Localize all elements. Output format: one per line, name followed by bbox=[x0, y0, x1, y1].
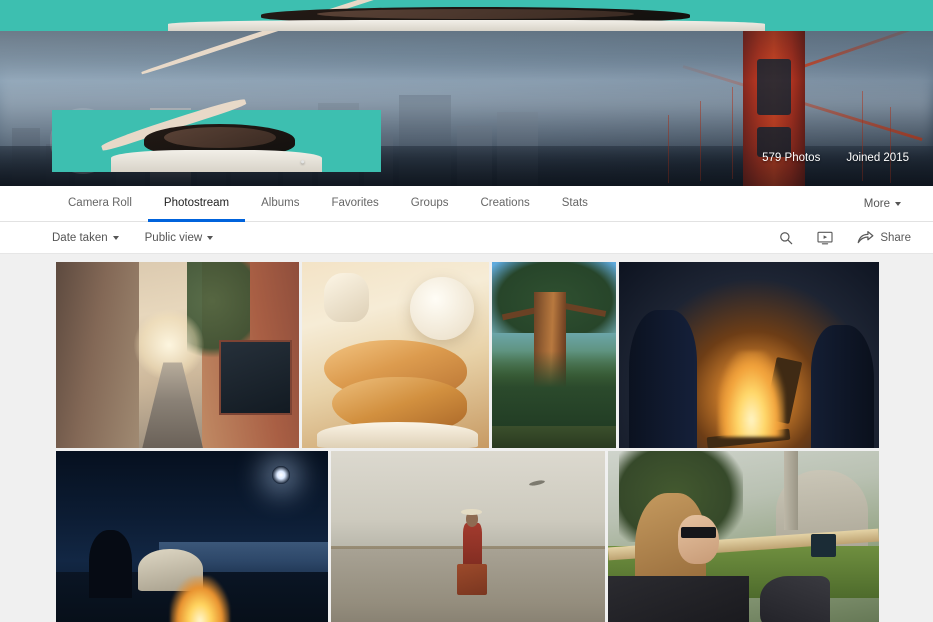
chevron-down-icon bbox=[895, 201, 901, 206]
photo-count: 579 Photos bbox=[762, 152, 821, 164]
meta-separator: • bbox=[300, 157, 305, 169]
photo-artwork bbox=[492, 262, 616, 448]
photo-artwork bbox=[56, 262, 299, 448]
chevron-down-icon bbox=[207, 235, 214, 240]
tab-photostream[interactable]: Photostream bbox=[147, 186, 246, 222]
top-navigation-bar: flickr You Explore Create Upload bbox=[0, 0, 933, 76]
search-photostream-button[interactable] bbox=[779, 231, 793, 245]
share-button[interactable]: Share bbox=[857, 230, 911, 245]
photo-artwork bbox=[619, 262, 879, 448]
cover-stats: 579 Photos Joined 2015 bbox=[736, 152, 909, 164]
photo-camping-moonlight[interactable] bbox=[56, 451, 328, 622]
photo-artwork bbox=[608, 451, 879, 622]
photo-sequoia-tree[interactable] bbox=[492, 262, 616, 448]
search-icon bbox=[780, 231, 793, 244]
photostream-grid bbox=[0, 254, 933, 622]
slideshow-icon bbox=[817, 231, 833, 244]
profile-cover-banner[interactable]: Taylor Everett tayloreverett415 78 Follo… bbox=[0, 31, 933, 186]
photo-cobblestone-street[interactable] bbox=[56, 262, 299, 448]
share-label: Share bbox=[880, 231, 911, 244]
photo-croissant-cafe[interactable] bbox=[302, 262, 489, 448]
avatar-artwork-small bbox=[0, 0, 933, 76]
tab-albums[interactable]: Albums bbox=[245, 186, 315, 222]
share-icon bbox=[857, 231, 874, 244]
tab-spacer bbox=[604, 186, 854, 221]
photo-bonfire-friends[interactable] bbox=[619, 262, 879, 448]
tab-favorites[interactable]: Favorites bbox=[315, 186, 394, 222]
photo-artwork bbox=[56, 451, 328, 622]
more-menu-button[interactable]: More bbox=[854, 186, 911, 221]
profile-identity-block: Taylor Everett tayloreverett415 78 Follo… bbox=[52, 95, 381, 172]
sort-by-label: Date taken bbox=[52, 231, 108, 244]
profile-tab-bar: Camera Roll Photostream Albums Favorites… bbox=[0, 186, 933, 222]
photostream-filter-bar: Date taken Public view Share bbox=[0, 222, 933, 254]
tab-camera-roll[interactable]: Camera Roll bbox=[52, 186, 148, 222]
photo-artwork bbox=[331, 451, 605, 622]
tab-stats[interactable]: Stats bbox=[546, 186, 604, 222]
photo-tourist-mosque[interactable] bbox=[608, 451, 879, 622]
chevron-down-icon bbox=[112, 235, 119, 240]
photo-traveler-suitcase[interactable] bbox=[331, 451, 605, 622]
photo-row-1 bbox=[0, 262, 933, 448]
joined-year: Joined 2015 bbox=[846, 152, 909, 164]
tab-creations[interactable]: Creations bbox=[465, 186, 546, 222]
nav-user-avatar[interactable] bbox=[0, 0, 933, 76]
profile-avatar[interactable] bbox=[52, 95, 381, 172]
avatar-artwork bbox=[52, 95, 381, 172]
sort-by-dropdown[interactable]: Date taken bbox=[52, 232, 119, 244]
privacy-view-label: Public view bbox=[144, 231, 203, 244]
tab-groups[interactable]: Groups bbox=[395, 186, 465, 222]
photo-row-2 bbox=[0, 451, 933, 622]
privacy-view-dropdown[interactable]: Public view bbox=[145, 232, 214, 244]
slideshow-button[interactable] bbox=[817, 231, 833, 245]
more-menu-label: More bbox=[863, 197, 890, 210]
photo-artwork bbox=[302, 262, 489, 448]
